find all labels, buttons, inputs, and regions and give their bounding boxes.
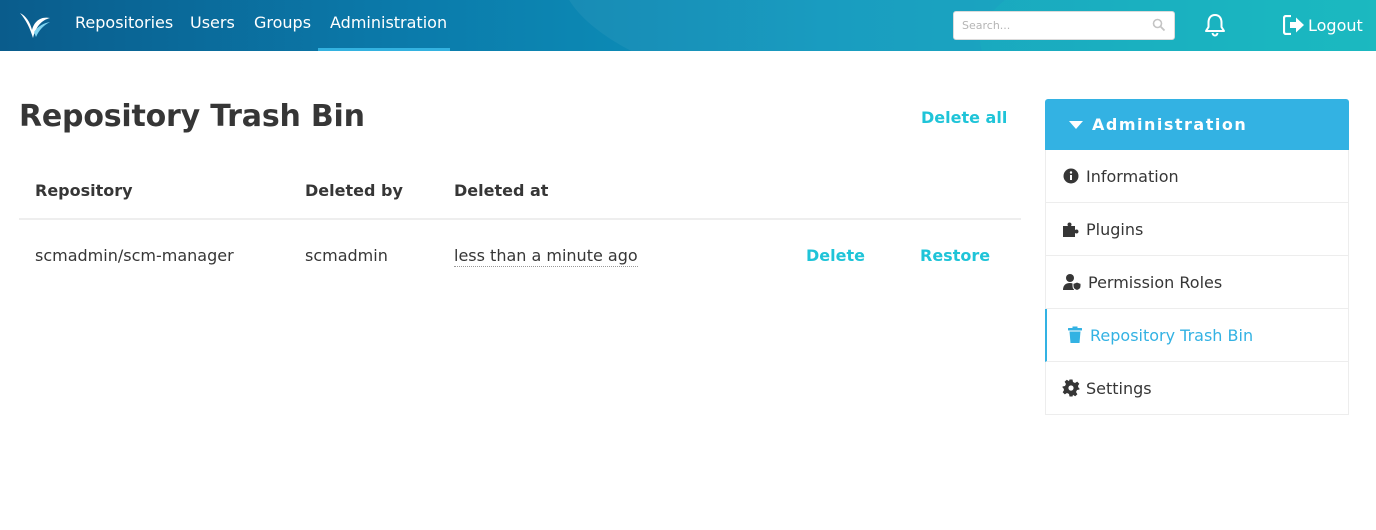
sidebar-item-label: Plugins [1086, 219, 1144, 239]
search-box [953, 11, 1175, 40]
cell-repository: scmadmin/scm-manager [35, 246, 234, 265]
logout-button[interactable]: Logout [1283, 14, 1363, 36]
sidebar-item-plugins[interactable]: Plugins [1045, 203, 1349, 256]
trash-icon [1068, 326, 1082, 343]
search-input[interactable] [954, 12, 1144, 39]
column-header-deleted-by: Deleted by [305, 181, 403, 200]
sidebar-item-label: Repository Trash Bin [1090, 325, 1254, 345]
sidebar-title: Administration [1092, 115, 1248, 134]
logo-icon[interactable] [18, 10, 52, 40]
logout-icon [1283, 15, 1304, 35]
bell-icon[interactable] [1202, 12, 1228, 38]
top-navbar: Repositories Users Groups Administration… [0, 0, 1376, 51]
cell-deleted-at: less than a minute ago [454, 246, 638, 267]
nav-users[interactable]: Users [178, 0, 247, 51]
sidebar-item-settings[interactable]: Settings [1045, 362, 1349, 415]
restore-button[interactable]: Restore [920, 246, 990, 265]
sidebar-section-toggle[interactable]: Administration [1045, 99, 1349, 150]
user-shield-icon [1063, 274, 1082, 291]
sidebar-item-repository-trash-bin[interactable]: Repository Trash Bin [1045, 309, 1349, 362]
sidebar-item-permission-roles[interactable]: Permission Roles [1045, 256, 1349, 309]
nav-repositories[interactable]: Repositories [63, 0, 185, 51]
nav-groups[interactable]: Groups [242, 0, 323, 51]
sidebar-item-label: Settings [1086, 378, 1152, 398]
delete-all-button[interactable]: Delete all [921, 108, 1007, 127]
table-header: Repository Deleted by Deleted at [19, 165, 1021, 220]
gear-icon [1062, 379, 1080, 397]
info-circle-icon [1063, 168, 1079, 184]
page-title: Repository Trash Bin [19, 99, 365, 134]
cell-deleted-by: scmadmin [305, 246, 388, 265]
sidebar-item-label: Permission Roles [1088, 272, 1223, 292]
caret-down-icon [1069, 120, 1083, 129]
column-header-deleted-at: Deleted at [454, 181, 549, 200]
delete-button[interactable]: Delete [806, 246, 865, 265]
puzzle-icon [1063, 222, 1079, 237]
column-header-repository: Repository [35, 181, 133, 200]
admin-sidebar: Administration Information Plugins Permi… [1045, 99, 1349, 415]
search-icon[interactable] [1152, 18, 1166, 32]
logout-label: Logout [1308, 15, 1363, 35]
trash-table: Repository Deleted by Deleted at scmadmi… [19, 165, 1021, 267]
sidebar-item-label: Information [1086, 166, 1179, 186]
sidebar-item-information[interactable]: Information [1045, 150, 1349, 203]
nav-administration[interactable]: Administration [318, 0, 450, 51]
